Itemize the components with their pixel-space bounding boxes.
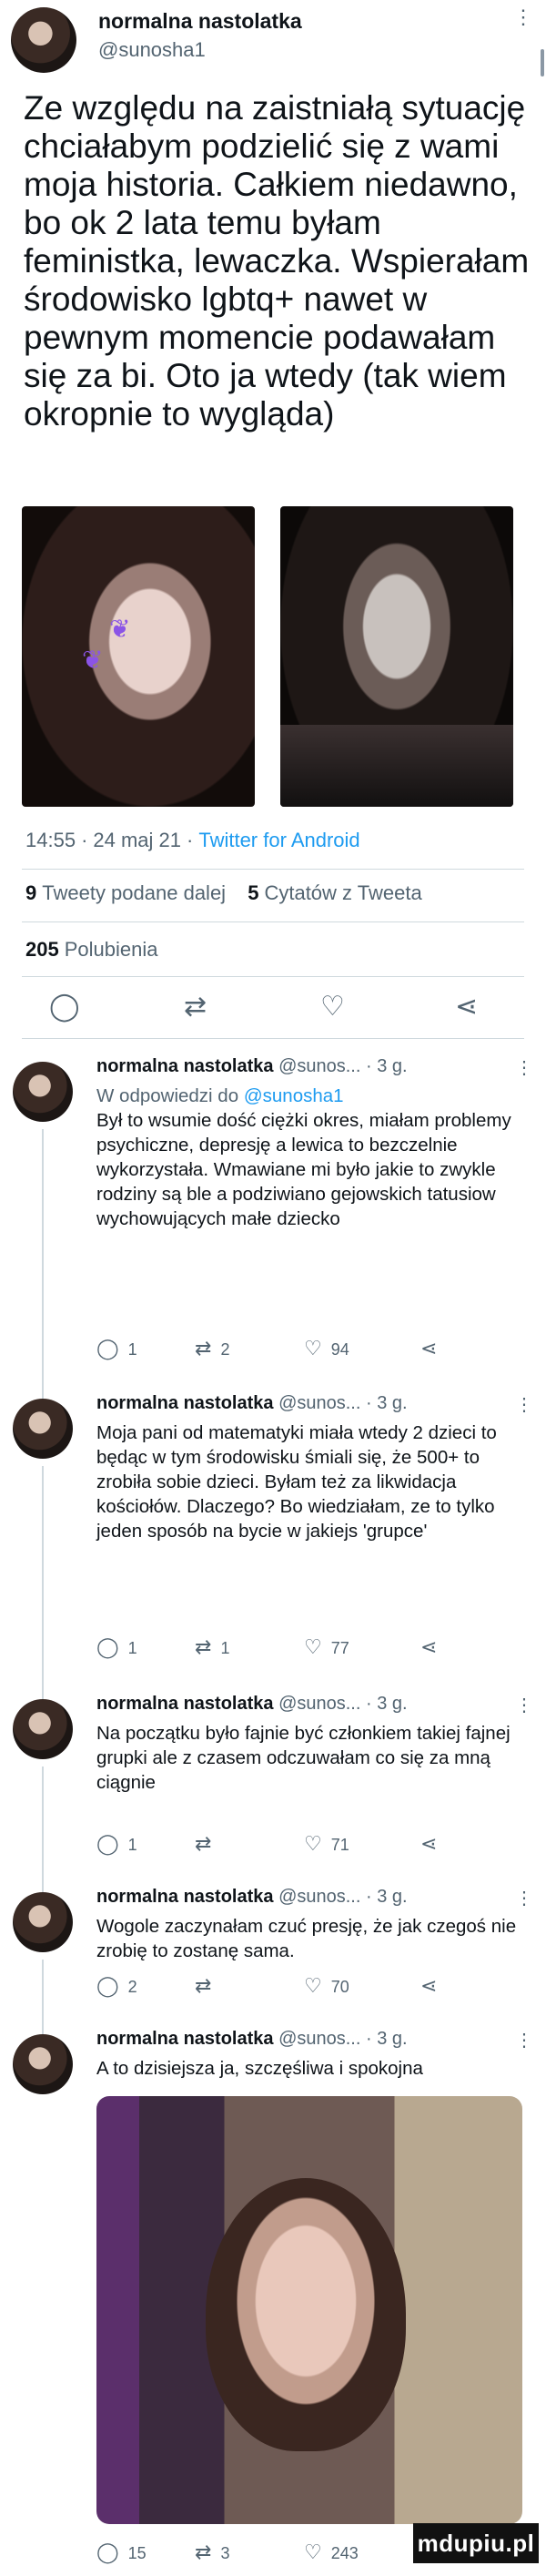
more-vertical-icon[interactable]: ⋮ [513, 7, 533, 27]
reply-time: 3 g. [377, 1056, 408, 1076]
tweet-meta: 14:55 · 24 maj 21 · Twitter for Android [25, 829, 360, 851]
retweets-stat[interactable]: 9 Tweety podane dalej [25, 881, 226, 904]
more-vertical-icon[interactable]: ⋮ [515, 1887, 533, 1909]
share-icon[interactable]: ⋖ [420, 1832, 446, 1856]
reply-time: 3 g. [377, 1393, 408, 1413]
reply-avatar[interactable] [13, 2034, 73, 2094]
reply-text: Moja pani od matematyki miała wtedy 2 dz… [96, 1422, 497, 1542]
like-icon[interactable]: ♡ 94 [304, 1337, 349, 1360]
reply-actions: ◯ 1 ⇄ 2 ♡ 94 ⋖ [96, 1337, 524, 1362]
more-vertical-icon[interactable]: ⋮ [515, 1393, 533, 1416]
reply-photo[interactable] [96, 2096, 522, 2524]
reply-author-name[interactable]: normalna nastolatka [96, 2029, 274, 2049]
tweet-source[interactable]: Twitter for Android [198, 829, 359, 851]
tweet-text: Ze względu na zaistniałą sytuację chciał… [24, 89, 530, 433]
more-vertical-icon[interactable]: ⋮ [515, 1056, 533, 1079]
reply-header: normalna nastolatka @sunos... · 3 g. [96, 1887, 408, 1907]
reply-avatar[interactable] [13, 1892, 73, 1952]
reply-header: normalna nastolatka @sunos... · 3 g. [96, 1056, 408, 1076]
reply-header: normalna nastolatka @sunos... · 3 g. [96, 1694, 408, 1714]
retweet-icon[interactable]: ⇄ [195, 1832, 220, 1856]
tweet-action-bar: ◯ ⇄ ♡ ⋖ [0, 989, 546, 1025]
reply-actions: ◯ 1 ⇄ 1 ♡ 77 ⋖ [96, 1635, 524, 1661]
tweet-photo-2[interactable] [280, 506, 513, 807]
reply-avatar[interactable] [13, 1399, 73, 1459]
reply-to-handle[interactable]: @sunosha1 [244, 1085, 344, 1106]
butterfly-icon: ❦ [109, 615, 131, 643]
retweet-icon[interactable]: ⇄ 3 [195, 2540, 229, 2564]
more-vertical-icon[interactable]: ⋮ [515, 1694, 533, 1716]
reply-time: 3 g. [377, 2029, 408, 2049]
share-icon[interactable]: ⋖ [420, 1974, 446, 1998]
butterfly-icon: ❦ [82, 646, 104, 674]
reply-icon[interactable]: ◯ 2 [96, 1974, 137, 1998]
reply-header: normalna nastolatka @sunos... · 3 g. [96, 2029, 408, 2049]
like-icon[interactable]: ♡ [320, 989, 345, 1025]
photo-clothing [280, 725, 513, 807]
thread-line [42, 1466, 44, 1739]
author-handle[interactable]: @sunosha1 [98, 38, 206, 62]
like-icon[interactable]: ♡ 70 [304, 1974, 349, 1998]
divider [22, 869, 524, 870]
reply-time: 3 g. [377, 1887, 408, 1907]
reply-author-handle[interactable]: @sunos... [278, 2029, 360, 2049]
author-name[interactable]: normalna nastolatka [98, 9, 302, 34]
reply-icon[interactable]: ◯ 15 [96, 2540, 147, 2564]
reply-actions: ◯ 1 ⇄ ♡ 71 ⋖ [96, 1832, 524, 1858]
reply-icon[interactable]: ◯ 1 [96, 1635, 137, 1659]
retweet-icon[interactable]: ⇄ 1 [195, 1635, 229, 1659]
reply-author-name[interactable]: normalna nastolatka [96, 1887, 274, 1907]
author-avatar[interactable] [11, 7, 76, 73]
reply-time: 3 g. [377, 1694, 408, 1714]
retweet-icon[interactable]: ⇄ [184, 989, 207, 1025]
photo-subject [206, 2178, 406, 2451]
reply-author-handle[interactable]: @sunos... [278, 1887, 360, 1907]
reply-author-handle[interactable]: @sunos... [278, 1056, 360, 1076]
reply-author-handle[interactable]: @sunos... [278, 1694, 360, 1714]
reply-actions: ◯ 2 ⇄ ♡ 70 ⋖ [96, 1974, 524, 2000]
like-icon[interactable]: ♡ 77 [304, 1635, 349, 1659]
retweet-icon[interactable]: ⇄ [195, 1974, 220, 1998]
share-icon[interactable]: ⋖ [420, 1337, 446, 1360]
reply-author-handle[interactable]: @sunos... [278, 1393, 360, 1413]
retweet-icon[interactable]: ⇄ 2 [195, 1337, 229, 1360]
share-icon[interactable]: ⋖ [455, 989, 478, 1025]
reply-icon[interactable]: ◯ 1 [96, 1832, 137, 1856]
reply-avatar[interactable] [13, 1699, 73, 1759]
reply-text: Był to wsumie dość ciężki okres, miałam … [96, 1110, 511, 1229]
tweet-date: 24 maj 21 [93, 829, 182, 851]
likes-stat[interactable]: 205 Polubienia [25, 938, 157, 962]
reply-avatar[interactable] [13, 1062, 73, 1122]
scrollbar[interactable] [541, 49, 544, 76]
reply-icon[interactable]: ◯ 1 [96, 1337, 137, 1360]
divider [22, 976, 524, 977]
reply-header: normalna nastolatka @sunos... · 3 g. [96, 1393, 408, 1413]
divider [22, 921, 524, 922]
reply-author-name[interactable]: normalna nastolatka [96, 1393, 274, 1413]
reply-text: Wogole zaczynałam czuć presję, że jak cz… [96, 1916, 517, 1961]
reply-text: Na początku było fajnie być członkiem ta… [96, 1723, 511, 1793]
like-icon[interactable]: ♡ 243 [304, 2540, 359, 2564]
tweet-header: normalna nastolatka @sunosha1 ⋮ [0, 0, 546, 91]
divider [22, 1038, 524, 1039]
reply-text: A to dzisiejsza ja, szczęśliwa i spokojn… [96, 2058, 423, 2079]
tweet-photo-1[interactable]: ❦ ❦ [22, 506, 255, 807]
reply-author-name[interactable]: normalna nastolatka [96, 1694, 274, 1714]
reply-icon[interactable]: ◯ [49, 989, 80, 1025]
tweet-time: 14:55 [25, 829, 76, 851]
reply-to-line: W odpowiedzi do @sunosha1 [96, 1085, 344, 1106]
site-watermark: mdupiu.pl [413, 2523, 539, 2563]
share-icon[interactable]: ⋖ [420, 1635, 446, 1659]
quotes-stat[interactable]: 5 Cytatów z Tweeta [248, 881, 421, 904]
retweet-quote-stats: 9 Tweety podane dalej 5 Cytatów z Tweeta [25, 881, 422, 905]
reply-author-name[interactable]: normalna nastolatka [96, 1056, 274, 1076]
like-icon[interactable]: ♡ 71 [304, 1832, 349, 1856]
more-vertical-icon[interactable]: ⋮ [515, 2029, 533, 2052]
